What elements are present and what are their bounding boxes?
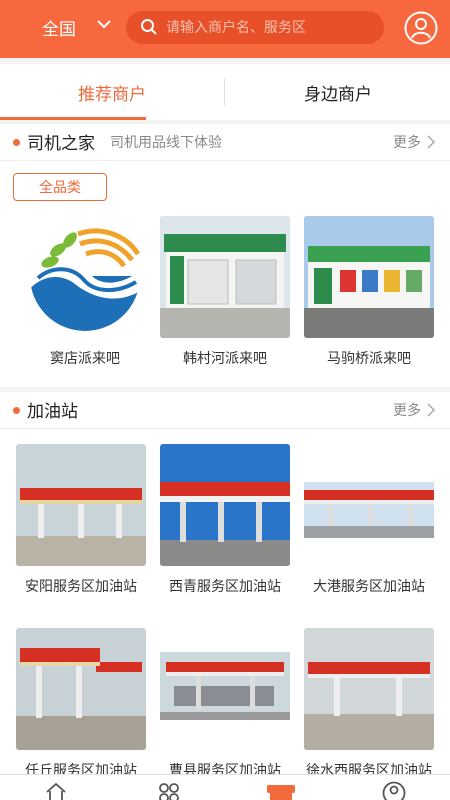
- region-selector[interactable]: 全国: [42, 15, 76, 40]
- gas-station-name: 安阳服务区加油站: [25, 579, 137, 595]
- gas-station-photo: [160, 444, 290, 566]
- waves-logo-icon: [28, 228, 141, 331]
- chevron-down-icon[interactable]: [96, 16, 112, 32]
- tab-nearby-merchants[interactable]: 身边商户: [226, 64, 450, 120]
- section-subtitle: 司机用品线下体验: [110, 135, 222, 151]
- storefront-photo: [304, 216, 434, 338]
- merchant-card[interactable]: 韩村河派来吧: [160, 216, 290, 368]
- gas-station-card[interactable]: 徐水西服务区加油站: [304, 628, 434, 780]
- drivers-home-section: 司机之家 司机用品线下体验 更多 全品类 窦店派来吧 韩村河派来吧 马驹桥派来吧: [0, 124, 450, 387]
- merchant-card[interactable]: 马驹桥派来吧: [304, 216, 434, 368]
- more-label: 更多: [393, 403, 421, 419]
- gas-station-card[interactable]: 安阳服务区加油站: [16, 444, 146, 596]
- gas-station-name: 西青服务区加油站: [169, 579, 281, 595]
- top-bar: 全国: [0, 0, 450, 58]
- gas-station-photo: [16, 444, 146, 566]
- section-title: 加油站: [27, 402, 78, 422]
- user-avatar-icon[interactable]: [404, 11, 438, 45]
- gas-station-card[interactable]: 曹县服务区加油站: [160, 628, 290, 780]
- gas-station-section: 加油站 更多 安阳服务区加油站 西青服务区加油站 大港服务区加油站 任丘服务区加…: [0, 392, 450, 800]
- gas-station-card[interactable]: 大港服务区加油站: [304, 444, 434, 596]
- gas-station-photo: [16, 628, 146, 750]
- gas-station-name: 大港服务区加油站: [313, 579, 425, 595]
- chevron-right-icon: [427, 403, 436, 417]
- gas-station-photo: [304, 444, 434, 566]
- more-label: 更多: [393, 135, 421, 151]
- search-bar[interactable]: [126, 11, 384, 44]
- apps-icon[interactable]: [157, 781, 181, 800]
- merchant-name: 韩村河派来吧: [183, 351, 267, 367]
- section-title: 司机之家: [27, 134, 95, 154]
- more-link[interactable]: 更多: [393, 132, 436, 152]
- storefront-image: [304, 216, 434, 338]
- gas-station-card[interactable]: 任丘服务区加油站: [16, 628, 146, 780]
- more-link[interactable]: 更多: [393, 400, 436, 420]
- gas-station-photo: [160, 628, 290, 750]
- divider: [0, 428, 450, 429]
- tab-recommended-merchants[interactable]: 推荐商户: [0, 64, 224, 120]
- chevron-right-icon: [427, 135, 436, 149]
- search-icon: [141, 19, 157, 35]
- merchant-card[interactable]: 窦店派来吧: [20, 216, 150, 368]
- section-header: 司机之家 司机用品线下体验 更多: [0, 124, 450, 160]
- search-input[interactable]: [166, 11, 376, 44]
- merchant-name: 窦店派来吧: [50, 351, 120, 367]
- merchant-tabs: 推荐商户 身边商户: [0, 64, 450, 120]
- category-filter-button[interactable]: 全品类: [13, 173, 107, 201]
- gas-station-card[interactable]: 西青服务区加油站: [160, 444, 290, 596]
- store-icon[interactable]: [266, 781, 296, 800]
- active-tab-indicator: [0, 117, 146, 120]
- home-icon[interactable]: [44, 781, 68, 800]
- section-dot-icon: [13, 407, 20, 414]
- merchant-name: 马驹桥派来吧: [327, 351, 411, 367]
- merchant-logo-image: [20, 216, 150, 338]
- storefront-photo: [160, 216, 290, 338]
- section-header: 加油站 更多: [0, 392, 450, 428]
- divider: [0, 160, 450, 161]
- storefront-image: [160, 216, 290, 338]
- tab-divider: [224, 78, 225, 106]
- profile-icon[interactable]: [382, 781, 406, 800]
- bottom-nav: [0, 774, 450, 800]
- section-dot-icon: [13, 139, 20, 146]
- gas-station-photo: [304, 628, 434, 750]
